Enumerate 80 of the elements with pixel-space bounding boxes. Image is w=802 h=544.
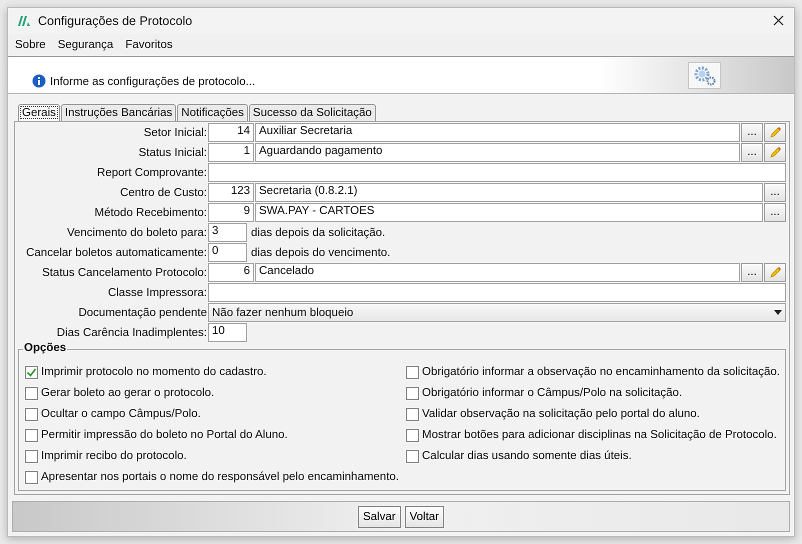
field-label: Dias Carência Inadimplentes: [56, 326, 208, 339]
close-icon[interactable] [773, 15, 784, 26]
pencil-icon [768, 146, 782, 160]
checkbox-option[interactable]: Imprimir protocolo no momento do cadastro. [25, 363, 406, 382]
checkbox[interactable] [406, 408, 419, 421]
field-label: Documentação pendente [77, 306, 208, 319]
window-title: Configurações de Protocolo [38, 14, 194, 28]
field-label: Cancelar boletos automaticamente: [25, 246, 208, 259]
info-icon [32, 74, 46, 88]
number-field[interactable]: 10 [208, 323, 247, 342]
dropdown[interactable]: Não fazer nenhum bloqueio [208, 303, 786, 322]
pencil-icon [768, 266, 782, 280]
text-field[interactable] [208, 163, 786, 182]
code-field[interactable]: 123 [208, 183, 254, 202]
text-field[interactable] [208, 283, 786, 302]
tab[interactable]: Notificações [177, 104, 248, 122]
field-label: Centro de Custo: [119, 186, 208, 199]
checkbox-option[interactable]: Validar observação na solicitação pelo portal do aluno. [406, 405, 780, 424]
code-field[interactable]: 9 [208, 203, 254, 222]
description-field[interactable]: SWA.PAY - CARTOES [255, 203, 763, 222]
settings-button[interactable] [688, 62, 721, 90]
dropdown-arrow-icon [774, 310, 782, 316]
field-label: Status Cancelamento Protocolo: [41, 266, 208, 279]
code-field[interactable]: 6 [208, 263, 254, 282]
browse-button[interactable]: ... [741, 263, 763, 282]
checkbox[interactable] [25, 470, 38, 484]
edit-button[interactable] [764, 143, 786, 162]
field-label: Report Comprovante: [96, 166, 208, 179]
pencil-icon [768, 126, 782, 140]
gears-icon [692, 66, 716, 86]
field-label: Classe Impressora: [106, 286, 208, 299]
description-field[interactable]: Cancelado [255, 263, 740, 282]
checkbox-option[interactable]: Calcular dias usando somente dias úteis. [406, 447, 780, 466]
number-field[interactable]: 0 [208, 243, 247, 262]
checkbox[interactable] [406, 428, 419, 442]
field-label: Método Recebimento: [93, 206, 208, 219]
checkbox-option[interactable]: Obrigatório informar a observação no encaminhamento da solicitação. [406, 363, 780, 382]
menu-item[interactable]: Sobre [15, 39, 46, 52]
checkbox-option[interactable]: Imprimir recibo do protocolo. [25, 447, 406, 466]
checkbox-option[interactable]: Obrigatório informar o Câmpus/Polo na solicitação. [406, 384, 780, 402]
description-field[interactable]: Aguardando pagamento [255, 143, 740, 162]
checkbox-option[interactable]: Ocultar o campo Câmpus/Polo. [25, 405, 406, 424]
description-field[interactable]: Auxiliar Secretaria [255, 123, 740, 142]
code-field[interactable]: 1 [208, 143, 254, 162]
checkbox[interactable] [406, 366, 419, 379]
browse-button[interactable]: ... [764, 183, 786, 202]
checkbox-option[interactable]: Gerar boleto ao gerar o protocolo. [25, 384, 406, 402]
checkbox[interactable] [25, 366, 38, 379]
checkbox[interactable] [25, 450, 38, 463]
edit-button[interactable] [764, 263, 786, 282]
description-field[interactable]: Secretaria (0.8.2.1) [255, 183, 763, 202]
field-suffix: dias depois da solicitação. [251, 226, 386, 239]
menu-item[interactable]: Segurança [58, 39, 114, 52]
checkbox-option[interactable]: Mostrar botões para adicionar disciplinas na Solicitação de Protocolo. [406, 426, 780, 444]
tab[interactable]: Instruções Bancárias [60, 104, 176, 122]
checkbox[interactable] [406, 386, 419, 400]
dialog-button[interactable]: Voltar [404, 506, 444, 528]
field-label: Setor Inicial: [142, 126, 208, 139]
header-message: Informe as configurações de protocolo... [50, 76, 256, 88]
code-field[interactable]: 14 [208, 123, 254, 142]
checkbox-option[interactable]: Apresentar nos portais o nome do responsável pelo encaminhamento. [25, 468, 406, 486]
menu-item[interactable]: Favoritos [125, 39, 173, 52]
app-logo-icon [18, 16, 30, 26]
browse-button[interactable]: ... [741, 123, 763, 142]
checkbox[interactable] [406, 450, 419, 463]
checkbox[interactable] [25, 408, 38, 421]
checkbox[interactable] [25, 386, 38, 400]
field-label: Vencimento do boleto para: [66, 226, 208, 239]
number-field[interactable]: 3 [208, 223, 247, 242]
tab[interactable]: Gerais [18, 104, 60, 122]
checkbox-option[interactable]: Permitir impressão do boleto no Portal do Aluno. [25, 426, 406, 444]
checkbox[interactable] [25, 428, 38, 442]
group-title: Opções [23, 342, 68, 354]
dialog-button[interactable]: Salvar [358, 506, 401, 528]
field-suffix: dias depois do vencimento. [251, 246, 390, 259]
browse-button[interactable]: ... [764, 203, 786, 222]
edit-button[interactable] [764, 123, 786, 142]
tab[interactable]: Sucesso da Solicitação [248, 104, 376, 122]
field-label: Status Inicial: [138, 146, 208, 159]
browse-button[interactable]: ... [741, 143, 763, 162]
